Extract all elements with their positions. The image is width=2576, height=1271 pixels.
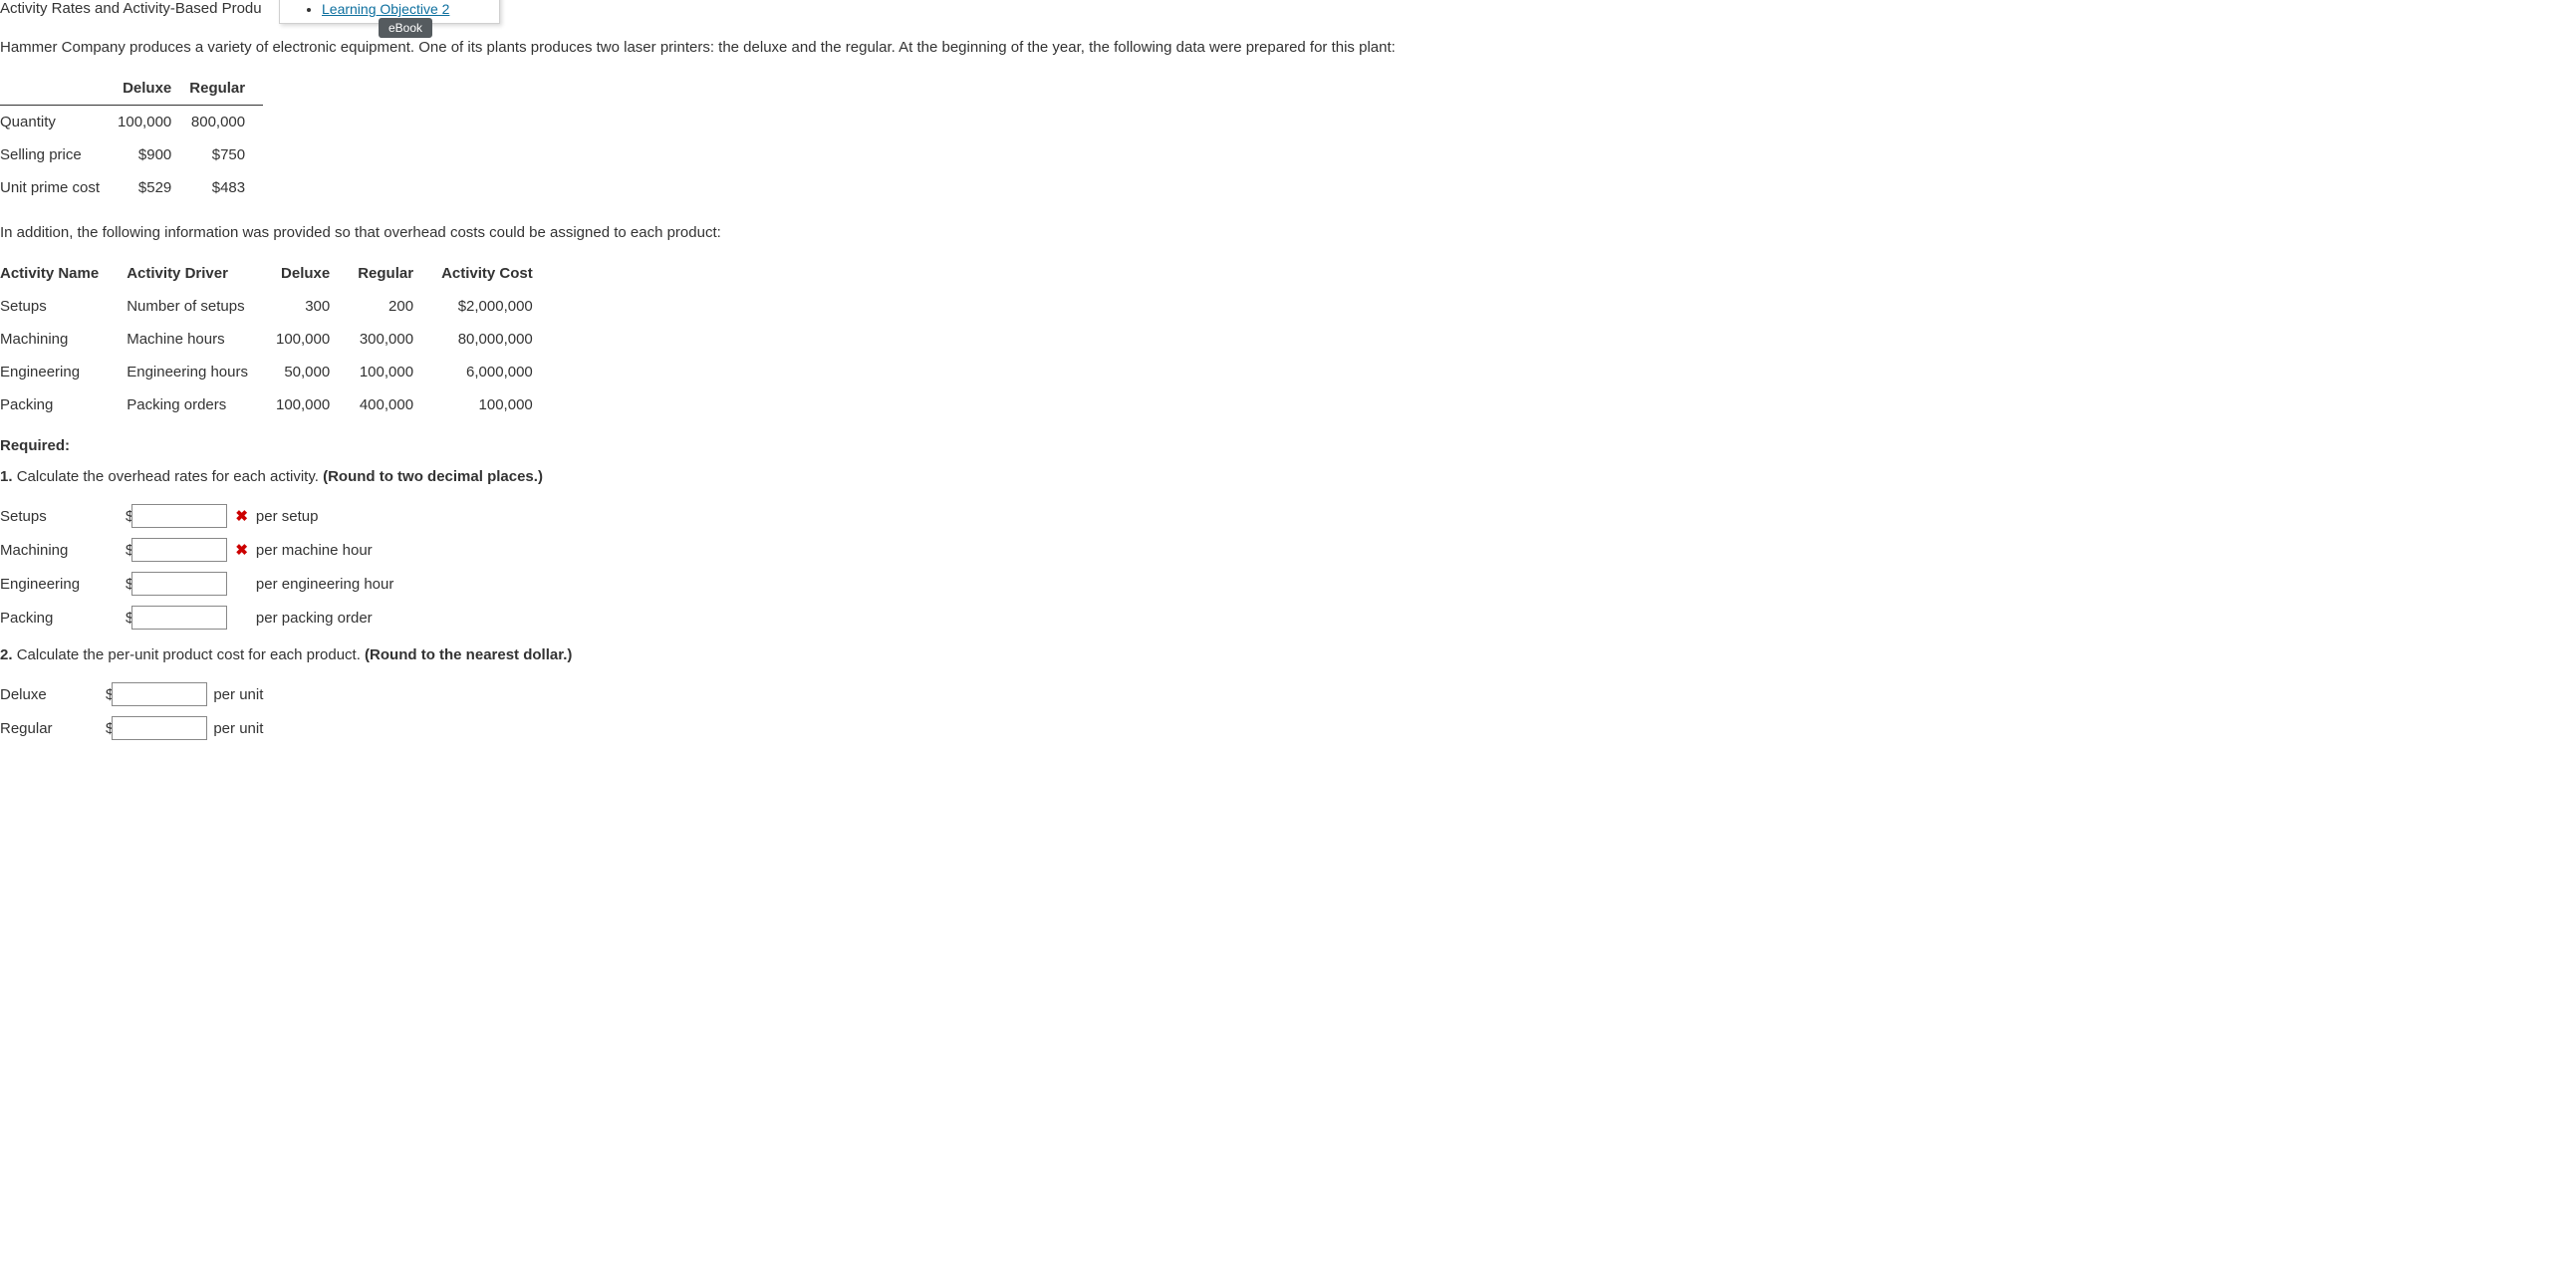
cell-activity-name: Packing — [0, 388, 127, 421]
answer-suffix: per packing order — [256, 601, 399, 635]
col-activity-cost: Activity Cost — [441, 257, 561, 290]
answer-label: Machining — [0, 533, 126, 567]
table-row: Engineering Engineering hours 50,000 100… — [0, 356, 561, 388]
q2-hint: (Round to the nearest dollar.) — [365, 646, 572, 663]
setups-rate-input[interactable] — [131, 504, 227, 528]
cell-value: 100,000 — [118, 106, 189, 139]
col-regular: Regular — [358, 257, 441, 290]
cell-activity-driver: Engineering hours — [127, 356, 276, 388]
answer-row: Regular $ per unit — [0, 711, 269, 745]
q1-answer-table: Setups $ ✖ per setup Machining $ ✖ per m… — [0, 499, 399, 635]
para-overhead-intro: In addition, the following information w… — [0, 222, 2576, 243]
cell-activity-driver: Machine hours — [127, 323, 276, 356]
table-row: Packing Packing orders 100,000 400,000 1… — [0, 388, 561, 421]
table-row: Quantity 100,000 800,000 — [0, 106, 263, 139]
cell-value: 80,000,000 — [441, 323, 561, 356]
answer-label: Engineering — [0, 567, 126, 601]
question-1: 1. Calculate the overhead rates for each… — [0, 468, 2576, 485]
cell-value: $900 — [118, 138, 189, 171]
regular-unit-cost-input[interactable] — [112, 716, 207, 740]
col-regular: Regular — [189, 72, 263, 106]
cell-activity-driver: Number of setups — [127, 290, 276, 323]
engineering-rate-input[interactable] — [131, 572, 227, 596]
intro-paragraph: Hammer Company produces a variety of ele… — [0, 37, 2576, 58]
cell-value: $2,000,000 — [441, 290, 561, 323]
answer-suffix: per unit — [213, 677, 269, 711]
answer-label: Regular — [0, 711, 106, 745]
cell-value: 100,000 — [441, 388, 561, 421]
cell-activity-name: Setups — [0, 290, 127, 323]
cell-value: 800,000 — [189, 106, 263, 139]
col-blank — [0, 72, 118, 106]
table-row: Setups Number of setups 300 200 $2,000,0… — [0, 290, 561, 323]
packing-rate-input[interactable] — [131, 606, 227, 630]
table-row: Selling price $900 $750 — [0, 138, 263, 171]
cell-value: 100,000 — [358, 356, 441, 388]
cell-value: $750 — [189, 138, 263, 171]
answer-label: Setups — [0, 499, 126, 533]
answer-row: Packing $ per packing order — [0, 601, 399, 635]
row-label: Selling price — [0, 138, 118, 171]
cell-value: 300 — [276, 290, 358, 323]
wrong-x-icon: ✖ — [233, 508, 250, 525]
cell-value: $483 — [189, 171, 263, 204]
answer-label: Deluxe — [0, 677, 106, 711]
cell-activity-name: Machining — [0, 323, 127, 356]
row-label: Quantity — [0, 106, 118, 139]
q1-text: Calculate the overhead rates for each ac… — [17, 468, 323, 485]
answer-row: Setups $ ✖ per setup — [0, 499, 399, 533]
answer-row: Machining $ ✖ per machine hour — [0, 533, 399, 567]
row-label: Unit prime cost — [0, 171, 118, 204]
cell-value: 100,000 — [276, 323, 358, 356]
col-activity-driver: Activity Driver — [127, 257, 276, 290]
cell-value: 200 — [358, 290, 441, 323]
required-heading: Required: — [0, 437, 2576, 454]
table-row: Machining Machine hours 100,000 300,000 … — [0, 323, 561, 356]
cell-value: 100,000 — [276, 388, 358, 421]
answer-label: Packing — [0, 601, 126, 635]
ebook-tooltip: eBook — [379, 18, 432, 38]
cell-value: 6,000,000 — [441, 356, 561, 388]
answer-row: Deluxe $ per unit — [0, 677, 269, 711]
product-data-table: Deluxe Regular Quantity 100,000 800,000 … — [0, 72, 263, 204]
cell-activity-name: Engineering — [0, 356, 127, 388]
cell-value: 400,000 — [358, 388, 441, 421]
q2-answer-table: Deluxe $ per unit Regular $ per unit — [0, 677, 269, 745]
col-deluxe: Deluxe — [276, 257, 358, 290]
machining-rate-input[interactable] — [131, 538, 227, 562]
wrong-x-icon: ✖ — [233, 542, 250, 559]
cell-value: 300,000 — [358, 323, 441, 356]
col-deluxe: Deluxe — [118, 72, 189, 106]
learning-objective-2-link[interactable]: Learning Objective 2 — [322, 1, 449, 17]
cell-activity-driver: Packing orders — [127, 388, 276, 421]
col-activity-name: Activity Name — [0, 257, 127, 290]
answer-suffix: per unit — [213, 711, 269, 745]
cell-value: $529 — [118, 171, 189, 204]
q2-text: Calculate the per-unit product cost for … — [17, 646, 365, 663]
answer-suffix: per machine hour — [256, 533, 399, 567]
question-2: 2. Calculate the per-unit product cost f… — [0, 646, 2576, 663]
cell-value: 50,000 — [276, 356, 358, 388]
q2-number: 2. — [0, 646, 13, 663]
answer-suffix: per engineering hour — [256, 567, 399, 601]
q1-hint: (Round to two decimal places.) — [323, 468, 543, 485]
answer-suffix: per setup — [256, 499, 399, 533]
activity-cost-table: Activity Name Activity Driver Deluxe Reg… — [0, 257, 561, 421]
answer-row: Engineering $ per engineering hour — [0, 567, 399, 601]
q1-number: 1. — [0, 468, 13, 485]
table-row: Unit prime cost $529 $483 — [0, 171, 263, 204]
page-title-fragment: Activity Rates and Activity-Based Produ — [0, 0, 262, 17]
deluxe-unit-cost-input[interactable] — [112, 682, 207, 706]
